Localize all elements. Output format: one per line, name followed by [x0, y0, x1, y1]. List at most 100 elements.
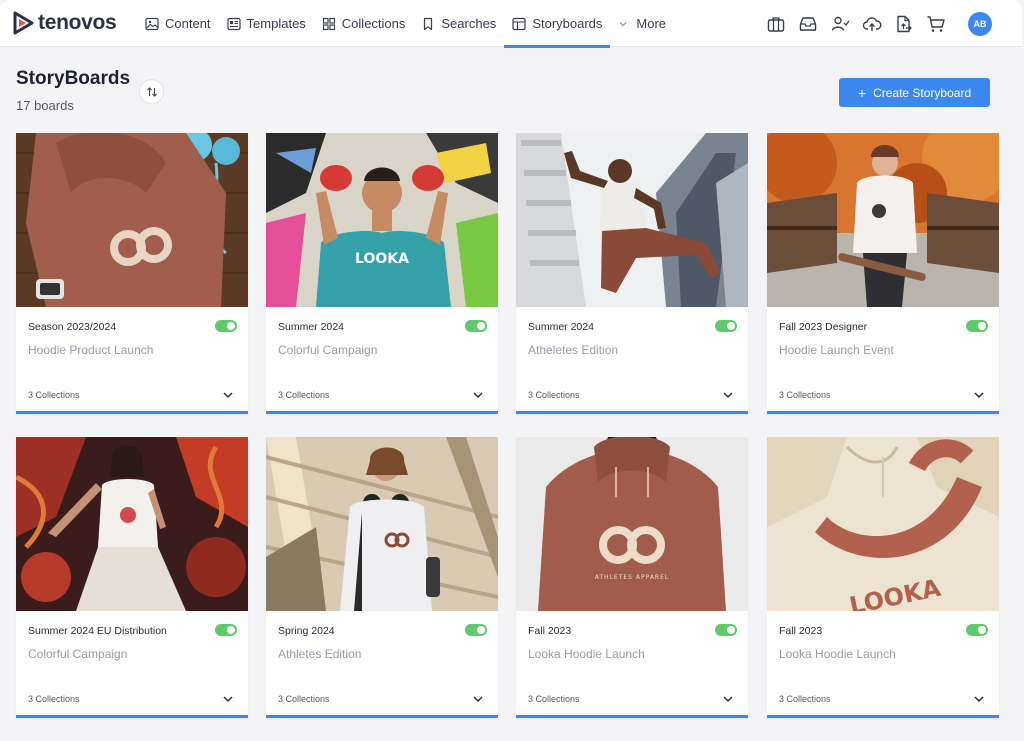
nav-tabs: Content Templates Collections Searches S…	[137, 0, 674, 48]
card-collections-count: 3 Collections	[779, 694, 831, 704]
brown-hoodie-image: ATHLETES APPAREL	[516, 437, 748, 611]
app-window: tenovos Content Templates Collections Se…	[0, 0, 1022, 740]
card-subtitle: Atheletes Edition	[528, 343, 619, 357]
storyboard-card[interactable]: LOOKA Summer 2024 Colorful Campaign 3 Co…	[266, 133, 498, 414]
card-collections-count: 3 Collections	[779, 390, 831, 400]
athlete-jumping-image	[516, 133, 748, 307]
cart-icon[interactable]	[926, 14, 946, 34]
avatar[interactable]: AB	[968, 12, 992, 36]
card-thumbnail[interactable]: ATHLETES APPAREL	[516, 437, 748, 611]
bookmark-icon	[424, 17, 433, 30]
tab-searches[interactable]: Searches	[413, 0, 504, 47]
card-thumbnail[interactable]: LOOKA	[266, 133, 498, 307]
card-thumbnail[interactable]	[266, 437, 498, 611]
tab-more[interactable]: More	[610, 0, 674, 47]
card-title: Fall 2023	[528, 625, 572, 637]
storyboard-card[interactable]: ATHLETES APPAREL Fall 2023 Looka Hoodie …	[516, 437, 748, 718]
image-icon	[145, 17, 159, 30]
sort-icon	[146, 86, 157, 97]
tab-collections-label: Collections	[341, 16, 406, 31]
tab-templates[interactable]: Templates	[219, 0, 314, 47]
chevron-down-icon	[473, 392, 483, 399]
card-subtitle: Hoodie Launch Event	[779, 343, 894, 357]
publish-toggle[interactable]	[215, 320, 237, 332]
tab-content[interactable]: Content	[137, 0, 219, 47]
file-export-icon[interactable]	[894, 14, 914, 34]
storyboard-card[interactable]: Fall 2023 Designer Hoodie Launch Event 3…	[767, 133, 999, 414]
chevron-down-icon	[223, 696, 233, 703]
grid-icon	[322, 17, 335, 30]
card-subtitle: Looka Hoodie Launch	[779, 647, 896, 661]
publish-toggle[interactable]	[215, 624, 237, 636]
card-thumbnail[interactable]: LOOKA	[767, 437, 999, 611]
storyboard-card[interactable]: Summer 2024 Atheletes Edition 3 Collecti…	[516, 133, 748, 414]
nav-actions: AB	[766, 12, 992, 36]
tab-templates-label: Templates	[246, 16, 306, 31]
tab-content-label: Content	[165, 16, 211, 31]
create-storyboard-label: Create Storyboard	[873, 85, 972, 100]
card-thumbnail[interactable]	[767, 133, 999, 307]
expand-button[interactable]	[973, 692, 985, 704]
card-thumbnail[interactable]	[516, 133, 748, 307]
storyboard-card[interactable]: Spring 2024 Athletes Edition 3 Collectio…	[266, 437, 498, 718]
plus-icon: +	[857, 84, 867, 101]
publish-toggle[interactable]	[465, 624, 487, 636]
card-thumbnail[interactable]	[16, 437, 248, 611]
card-subtitle: Looka Hoodie Launch	[528, 647, 645, 661]
card-collections-count: 3 Collections	[278, 390, 330, 400]
brand-logo[interactable]: tenovos	[12, 10, 117, 36]
sort-button[interactable]	[139, 79, 164, 104]
inbox-icon[interactable]	[798, 14, 818, 34]
expand-button[interactable]	[722, 388, 734, 400]
storyboard-card[interactable]: LOOKA Fall 2023 Looka Hoodie Launch 3 Co…	[767, 437, 999, 718]
athletes-apparel-text: ATHLETES APPAREL	[595, 574, 670, 581]
expand-button[interactable]	[722, 692, 734, 704]
publish-toggle[interactable]	[715, 320, 737, 332]
upload-cloud-icon[interactable]	[862, 14, 882, 34]
headphones-woman-image	[266, 437, 498, 611]
expand-button[interactable]	[973, 388, 985, 400]
chevron-down-icon	[473, 696, 483, 703]
chevron-down-icon	[619, 21, 627, 26]
tab-more-label: More	[636, 16, 667, 31]
storyboard-card[interactable]: Season 2023/2024 Hoodie Product Launch 3…	[16, 133, 248, 414]
card-title: Season 2023/2024	[28, 321, 117, 333]
template-icon	[226, 17, 241, 30]
card-title: Summer 2024	[528, 321, 594, 333]
tab-storyboards[interactable]: Storyboards	[504, 0, 611, 48]
create-storyboard-button[interactable]: + Create Storyboard	[839, 78, 990, 107]
card-title: Summer 2024	[278, 321, 344, 333]
tab-collections[interactable]: Collections	[314, 0, 414, 47]
card-collections-count: 3 Collections	[28, 390, 80, 400]
card-thumbnail[interactable]	[16, 133, 248, 307]
briefcase-icon[interactable]	[766, 14, 786, 34]
graffiti-woman-image	[16, 437, 248, 611]
board-count: 17 boards	[16, 98, 74, 113]
users-icon[interactable]	[830, 14, 850, 34]
publish-toggle[interactable]	[966, 320, 988, 332]
card-collections-count: 3 Collections	[278, 694, 330, 704]
chevron-down-icon	[723, 392, 733, 399]
card-subtitle: Hoodie Product Launch	[28, 343, 154, 357]
publish-toggle[interactable]	[966, 624, 988, 636]
expand-button[interactable]	[222, 692, 234, 704]
autumn-skateboard-image	[767, 133, 999, 307]
chevron-down-icon	[974, 696, 984, 703]
storyboard-card[interactable]: Summer 2024 EU Distribution Colorful Cam…	[16, 437, 248, 718]
looka-logo-text: LOOKA	[355, 251, 409, 267]
card-title: Spring 2024	[278, 625, 335, 637]
card-title: Fall 2023	[779, 625, 823, 637]
tab-storyboards-label: Storyboards	[532, 16, 603, 31]
chevron-down-icon	[723, 696, 733, 703]
tenovos-logo-icon	[13, 11, 34, 35]
card-collections-count: 3 Collections	[28, 694, 80, 704]
expand-button[interactable]	[472, 388, 484, 400]
cream-hoodie-image: LOOKA	[767, 437, 999, 611]
publish-toggle[interactable]	[715, 624, 737, 636]
card-subtitle: Colorful Campaign	[278, 343, 378, 357]
page-title: StoryBoards	[16, 68, 131, 89]
card-subtitle: Athletes Edition	[278, 647, 362, 661]
expand-button[interactable]	[222, 388, 234, 400]
publish-toggle[interactable]	[465, 320, 487, 332]
expand-button[interactable]	[472, 692, 484, 704]
